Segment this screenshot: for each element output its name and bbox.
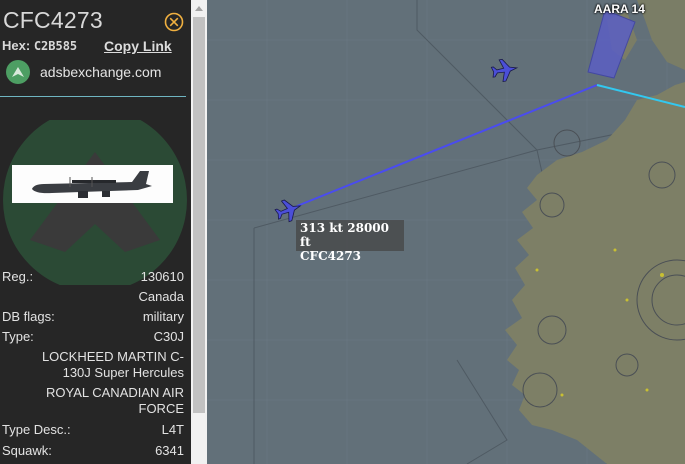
- reg-label: Reg.:: [2, 269, 34, 284]
- hex-label: Hex:: [2, 38, 31, 53]
- type-name-line: 130J Super Hercules: [62, 365, 184, 380]
- hex-row: Hex: C2B585: [2, 38, 77, 53]
- airspace-label: AARA 14: [594, 2, 645, 16]
- country-value: Canada: [138, 289, 184, 304]
- dbflags-label: DB flags:: [2, 309, 55, 324]
- reg-value: 130610: [140, 269, 184, 284]
- divider: [0, 96, 186, 97]
- operator-line: FORCE: [138, 401, 185, 416]
- type-value: C30J: [153, 329, 184, 344]
- aircraft-track-label[interactable]: 313 kt 28000 ft CFC4273: [296, 220, 404, 263]
- aircraft-info-panel: CFC4273 Hex: C2B585 Copy Link adsbexchan…: [0, 0, 191, 464]
- squawk-value: 6341: [155, 443, 184, 458]
- speed-altitude-text: 313 kt 28000 ft: [300, 221, 390, 249]
- sidebar-scrollbar[interactable]: [191, 0, 207, 464]
- scrollbar-thumb[interactable]: [193, 17, 205, 413]
- type-name-line: LOCKHEED MARTIN C-: [41, 349, 184, 364]
- operator-name: ROYAL CANADIAN AIR FORCE: [2, 385, 184, 417]
- type-name: LOCKHEED MARTIN C- 130J Super Hercules: [2, 349, 184, 381]
- map-canvas[interactable]: [207, 0, 685, 464]
- close-icon[interactable]: [164, 12, 184, 32]
- adsbexchange-logo-icon[interactable]: [6, 60, 30, 84]
- c130-aircraft-icon: [32, 171, 152, 198]
- operator-line: ROYAL CANADIAN AIR: [46, 385, 184, 400]
- hex-value: C2B585: [33, 39, 78, 53]
- type-desc-label: Type Desc.:: [2, 422, 71, 437]
- callsign-title: CFC4273: [3, 7, 103, 33]
- adsbexchange-link[interactable]: adsbexchange.com: [40, 64, 161, 80]
- type-desc-value: L4T: [161, 422, 184, 437]
- type-label: Type:: [2, 329, 34, 344]
- squawk-label: Squawk:: [2, 443, 52, 458]
- dbflags-value: military: [142, 309, 184, 324]
- aircraft-photo[interactable]: [12, 165, 173, 203]
- map-view[interactable]: [207, 0, 685, 464]
- copy-link[interactable]: Copy Link: [104, 38, 172, 54]
- scroll-up-arrow-icon[interactable]: [195, 6, 203, 11]
- track-callsign-text: CFC4273: [300, 249, 362, 263]
